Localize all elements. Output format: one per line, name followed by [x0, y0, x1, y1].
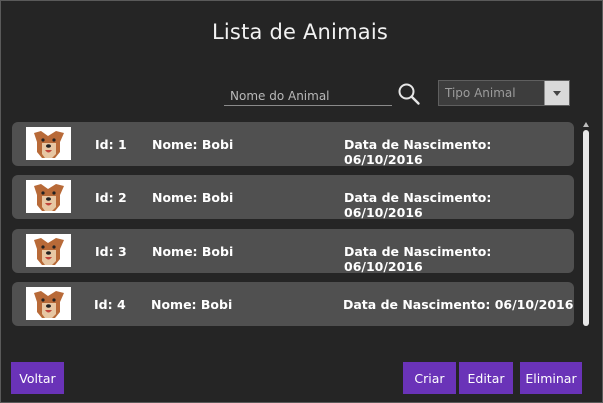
animal-list: Id: 1 Nome: Bobi Data de Nascimento: 06/… — [12, 122, 574, 326]
animal-name: Nome: Bobi — [152, 190, 234, 205]
list-item[interactable]: Id: 2 Nome: Bobi Data de Nascimento: 06/… — [12, 175, 574, 220]
animal-birth-date: Data de Nascimento: 06/10/2016 — [344, 190, 492, 220]
animal-name: Nome: Bobi — [152, 137, 234, 152]
animal-type-select-value: Tipo Animal — [445, 86, 516, 100]
animal-birth-date: Data de Nascimento: 06/10/2016 — [343, 297, 574, 312]
list-item[interactable]: Id: 1 Nome: Bobi Data de Nascimento: 06/… — [12, 122, 574, 167]
animal-birth-date: Data de Nascimento: 06/10/2016 — [344, 244, 492, 274]
search-icon[interactable] — [397, 82, 421, 106]
dog-photo-icon — [26, 127, 71, 160]
list-item[interactable]: Id: 4 Nome: Bobi Data de Nascimento: 06/… — [12, 282, 574, 326]
scrollbar-thumb[interactable] — [583, 130, 589, 326]
page-title: Lista de Animais — [212, 20, 388, 44]
create-button[interactable]: Criar — [403, 362, 456, 394]
list-item[interactable]: Id: 3 Nome: Bobi Data de Nascimento: 06/… — [12, 229, 574, 274]
list-scrollbar[interactable] — [579, 122, 592, 326]
chevron-down-icon — [553, 91, 561, 96]
animal-name: Nome: Bobi — [151, 297, 233, 312]
animal-id: Id: 2 — [95, 190, 127, 205]
select-dropdown-button[interactable] — [544, 81, 569, 105]
dog-photo-icon — [26, 287, 71, 320]
edit-button[interactable]: Editar — [459, 362, 513, 394]
animal-name: Nome: Bobi — [152, 244, 234, 259]
animal-id: Id: 4 — [94, 297, 126, 312]
delete-button[interactable]: Eliminar — [520, 362, 582, 394]
animal-id: Id: 1 — [95, 137, 127, 152]
scroll-up-arrow-icon[interactable] — [583, 122, 589, 127]
dog-photo-icon — [26, 180, 71, 213]
back-button[interactable]: Voltar — [11, 362, 64, 394]
animal-birth-date: Data de Nascimento: 06/10/2016 — [344, 137, 492, 167]
search-bar — [224, 82, 420, 108]
dog-photo-icon — [26, 234, 71, 267]
search-input[interactable] — [224, 82, 392, 106]
animal-id: Id: 3 — [95, 244, 127, 259]
animal-type-select[interactable]: Tipo Animal — [438, 80, 570, 106]
